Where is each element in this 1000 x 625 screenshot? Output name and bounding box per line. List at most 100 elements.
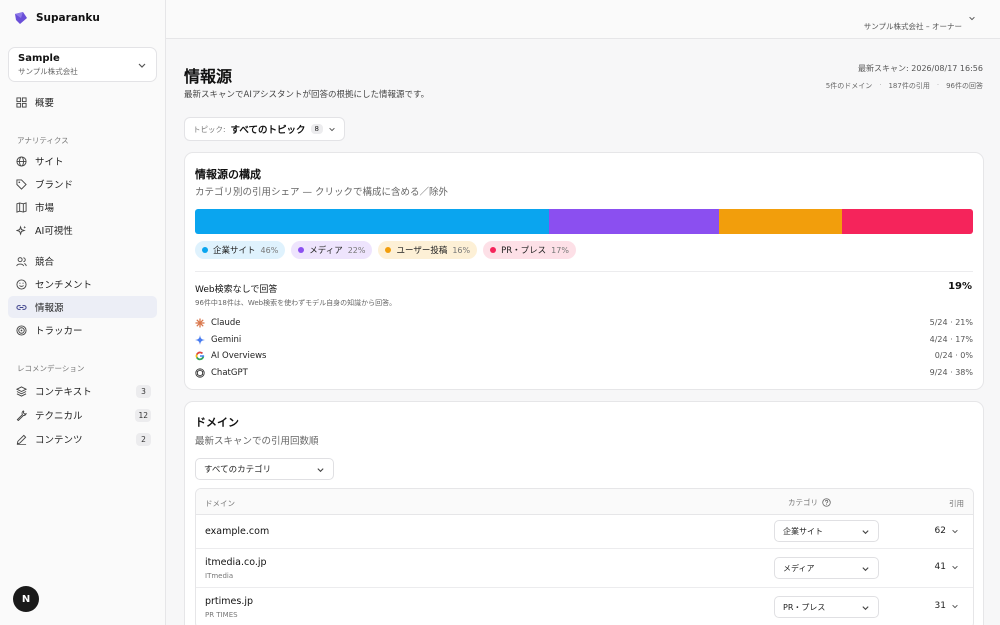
category-chips: 企業サイト 46% メディア 22% ユーザー投稿 16% PR・プレス 17%: [195, 241, 576, 259]
bar-segment[interactable]: [718, 209, 843, 234]
pen-icon: [16, 434, 27, 445]
sidebar-item-sources[interactable]: 情報源: [8, 296, 157, 318]
chevron-down-icon: [952, 604, 958, 609]
category-dropdown[interactable]: PR・プレス: [774, 596, 879, 618]
table-row[interactable]: example.com 企業サイト 62: [196, 515, 973, 549]
chevron-down-icon: [862, 529, 869, 534]
col-header-citations[interactable]: 引用: [949, 498, 964, 509]
sidebar-item-sentiment[interactable]: センチメント: [8, 273, 157, 295]
citation-value: 41: [934, 562, 946, 572]
sidebar-item-contents[interactable]: コンテンツ 2: [8, 428, 157, 450]
smile-icon: [16, 278, 27, 290]
sidebar-item-ai-visibility[interactable]: AI可視性: [8, 219, 157, 241]
chevron-down-icon[interactable]: [968, 14, 976, 22]
claude-icon: [195, 318, 205, 327]
model-value: 5/24 · 21%: [929, 318, 973, 327]
sidebar-item-label: AI可視性: [35, 226, 73, 237]
sidebar-item-label: 情報源: [35, 303, 64, 314]
sidebar: Suparanku Sample サンプル株式会社 概要 アナリティクス サイト…: [0, 0, 166, 625]
sidebar-item-label: ブランド: [35, 180, 74, 191]
nav-section-analytics: アナリティクス: [17, 136, 69, 145]
chip-percentage: 16%: [452, 245, 471, 255]
chip-label: メディア: [309, 246, 343, 256]
sidebar-item-competitors[interactable]: 競合: [8, 250, 157, 272]
citation-count[interactable]: 41: [935, 562, 959, 572]
help-icon[interactable]: [822, 498, 831, 507]
meta-separator: ·: [936, 81, 940, 89]
category-filter-value: すべてのカテゴリ: [204, 465, 272, 475]
brand[interactable]: Suparanku: [14, 11, 100, 25]
model-name: ChatGPT: [211, 367, 248, 378]
sidebar-item-site[interactable]: サイト: [8, 150, 157, 172]
category-dropdown[interactable]: 企業サイト: [774, 520, 879, 542]
domains-subtitle: 最新スキャンでの引用回数順: [195, 436, 319, 447]
category-value: 企業サイト: [783, 526, 823, 536]
chip-label: 企業サイト: [213, 246, 256, 256]
link-icon: [16, 304, 27, 310]
sidebar-item-brand[interactable]: ブランド: [8, 173, 157, 195]
domain-site-name: ITmedia: [205, 572, 234, 580]
scan-date: 最新スキャン: 2026/08/17 16:56: [858, 64, 983, 73]
chevron-down-icon: [138, 63, 146, 68]
chip-label: PR・プレス: [501, 246, 547, 256]
chevron-down-icon: [952, 529, 958, 534]
composition-card: 情報源の構成 カテゴリ別の引用シェア — クリックで構成に含める／除外 企業サイ…: [184, 152, 984, 390]
table-row[interactable]: prtimes.jp PR TIMES PR・プレス 31: [196, 588, 973, 625]
org-name: Sample: [18, 53, 60, 64]
scan-meta: 5件のドメイン · 187件の引用 · 96件の回答: [826, 81, 983, 91]
bar-segment[interactable]: [842, 209, 973, 234]
category-chip[interactable]: メディア 22%: [291, 241, 373, 259]
count-badge: 3: [136, 384, 151, 398]
org-switcher[interactable]: Sample サンプル株式会社: [8, 47, 157, 82]
chip-label: ユーザー投稿: [396, 246, 448, 256]
chip-percentage: 46%: [260, 245, 279, 255]
model-row-chatgpt: ChatGPT 9/24 · 38%: [195, 366, 973, 379]
model-value: 9/24 · 38%: [929, 368, 973, 377]
table-header: ドメイン カテゴリ 引用: [196, 489, 973, 515]
gemini-icon: [195, 334, 205, 345]
sidebar-item-context[interactable]: コンテキスト 3: [8, 380, 157, 402]
chip-color-dot: [385, 247, 392, 253]
category-chip[interactable]: PR・プレス 17%: [483, 241, 576, 259]
domain-name: example.com: [205, 526, 270, 537]
stacked-share-bar: [195, 209, 973, 234]
category-filter-select[interactable]: すべてのカテゴリ: [195, 458, 334, 480]
topic-filter[interactable]: トピック: すべてのトピック 8: [184, 117, 345, 141]
col-header-domain[interactable]: ドメイン: [205, 498, 235, 509]
citation-count[interactable]: 31: [935, 601, 959, 611]
n-badge[interactable]: N: [13, 586, 39, 612]
citation-value: 62: [934, 526, 946, 536]
page-subtitle: 最新スキャンでAIアシスタントが回答の根拠にした情報源です。: [184, 90, 430, 100]
model-name: Gemini: [211, 334, 242, 345]
model-value: 4/24 · 17%: [929, 335, 973, 344]
category-chip[interactable]: 企業サイト 46%: [195, 241, 286, 259]
bar-segment[interactable]: [195, 209, 550, 234]
table-row[interactable]: itmedia.co.jp ITmedia メディア 41: [196, 549, 973, 588]
brand-logo-icon: [15, 12, 27, 24]
bar-segment[interactable]: [549, 209, 719, 234]
topbar: サンプル株式会社 – オーナー: [166, 0, 1000, 39]
category-value: メディア: [783, 563, 815, 573]
meta-domains: 5件のドメイン: [825, 82, 873, 90]
category-value: PR・プレス: [783, 602, 826, 612]
citation-count[interactable]: 62: [935, 526, 959, 536]
sidebar-item-market[interactable]: 市場: [8, 196, 157, 218]
topic-filter-value: すべてのトピック: [230, 125, 306, 136]
chevron-down-icon: [952, 565, 958, 570]
model-name: Claude: [211, 317, 241, 328]
chip-color-dot: [202, 247, 208, 253]
meta-answers: 96件の回答: [946, 82, 983, 90]
account-label[interactable]: サンプル株式会社 – オーナー: [864, 21, 962, 32]
topic-count-badge: 8: [310, 124, 323, 134]
chip-color-dot: [298, 247, 305, 253]
category-chip[interactable]: ユーザー投稿 16%: [378, 241, 478, 259]
model-row-claude: Claude 5/24 · 21%: [195, 316, 973, 329]
sidebar-item-label: コンテンツ: [35, 435, 83, 446]
sidebar-item-tracker[interactable]: トラッカー: [8, 319, 157, 341]
domains-card: ドメイン 最新スキャンでの引用回数順 すべてのカテゴリ ドメイン カテゴリ 引用…: [184, 401, 984, 625]
col-header-category-label[interactable]: カテゴリ: [788, 497, 818, 508]
sidebar-item-overview[interactable]: 概要: [8, 91, 157, 113]
sidebar-item-technical[interactable]: テクニカル 12: [8, 404, 157, 426]
model-name: AI Overviews: [211, 350, 267, 361]
category-dropdown[interactable]: メディア: [774, 557, 879, 579]
